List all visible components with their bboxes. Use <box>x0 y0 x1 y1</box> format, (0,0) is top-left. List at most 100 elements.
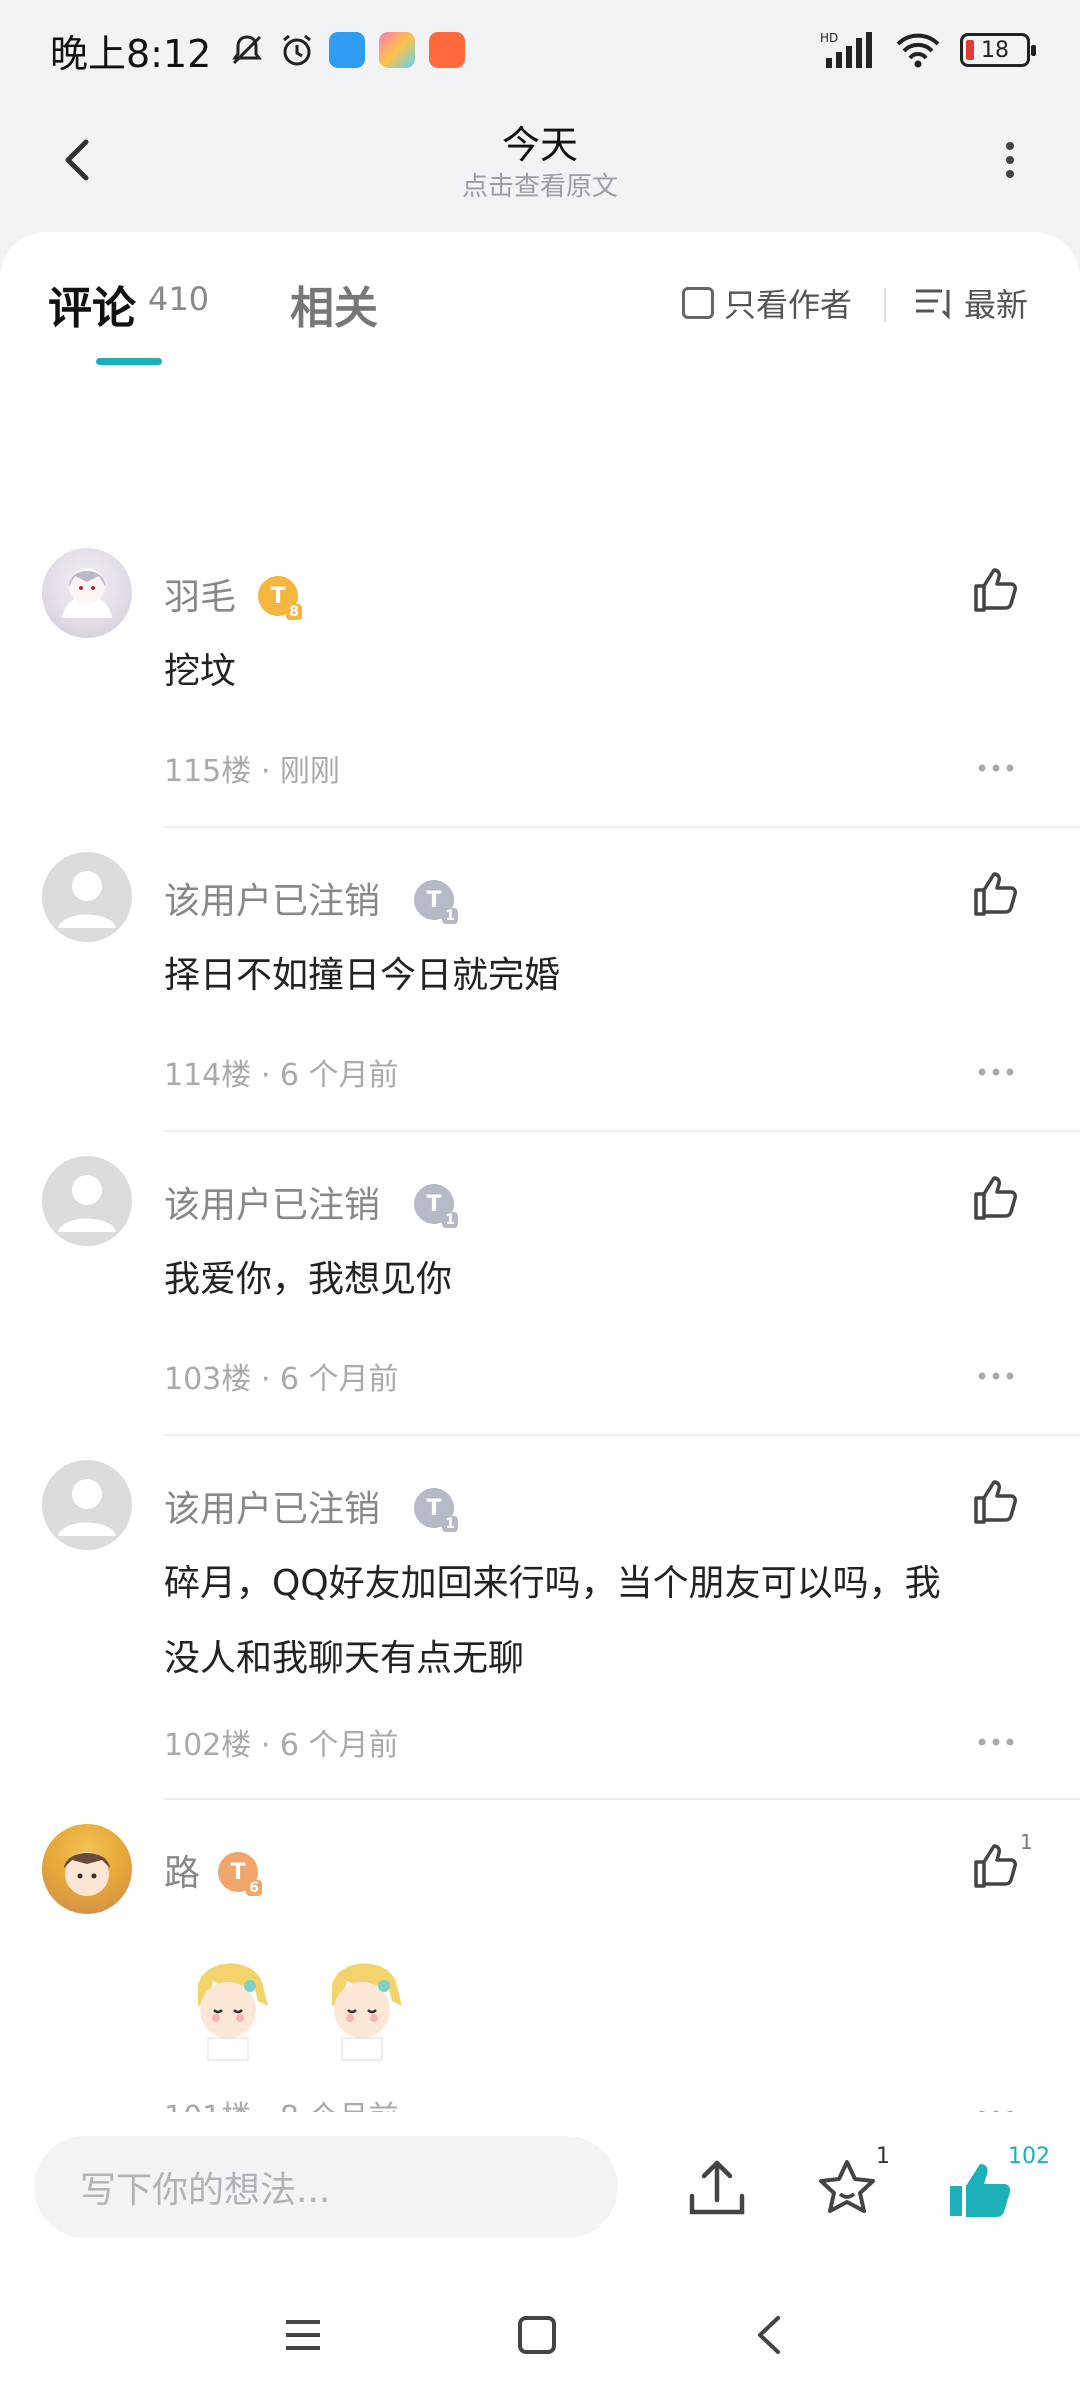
anime-avatar-image <box>62 568 112 618</box>
only-author-checkbox[interactable] <box>682 287 714 319</box>
meta-separator: · <box>260 1728 271 1763</box>
username[interactable]: 该用户已注销 <box>164 1176 380 1228</box>
level-badge: T1 <box>414 880 458 924</box>
comment-action-bar: 写下你的想法... 1 102 <box>0 2112 1080 2272</box>
floor-number: 101楼 <box>164 2100 251 2112</box>
status-bar: 晚上8:12 HD 18 <box>0 0 1080 100</box>
only-author-filter[interactable]: 只看作者 <box>682 280 852 326</box>
page-title[interactable]: 今天 <box>0 114 1080 169</box>
more-horizontal-icon[interactable] <box>976 1732 1016 1752</box>
back-nav-icon[interactable] <box>746 2310 796 2360</box>
only-author-label: 只看作者 <box>724 286 853 324</box>
comment-text: 挖坟 <box>164 651 237 692</box>
comment-time: 刚刚 <box>279 754 340 789</box>
comment-input-placeholder: 写下你的想法... <box>80 2170 331 2211</box>
status-icons-right: HD 18 <box>820 30 1036 70</box>
floor-number: 115楼 <box>164 754 252 789</box>
battery-level: 18 <box>981 37 1009 63</box>
thumbs-up-icon[interactable] <box>970 1838 1024 1892</box>
sticker-image <box>332 1963 402 2061</box>
divider <box>164 1130 1080 1132</box>
tab-comments[interactable]: 评论 <box>48 272 136 336</box>
thumbs-up-icon[interactable] <box>970 1170 1024 1224</box>
username[interactable]: 路 <box>164 1844 200 1896</box>
comment-meta: 102楼 · 6 个月前 <box>164 1720 399 1764</box>
level-letter: T <box>270 583 286 609</box>
thumbs-up-icon[interactable] <box>970 1474 1024 1528</box>
level-badge: T1 <box>414 1184 458 1228</box>
home-square-icon[interactable] <box>512 2310 562 2360</box>
status-icons-left <box>229 32 466 68</box>
avatar[interactable] <box>42 852 132 942</box>
username[interactable]: 羽毛 <box>164 568 236 620</box>
comments-card: 评论 410 相关 只看作者 最新 羽毛 T8 挖坟 115楼 · 刚刚 该用户… <box>0 232 1080 2112</box>
wifi-icon <box>896 33 940 68</box>
level-letter: T <box>426 1191 442 1217</box>
more-vertical-icon[interactable] <box>980 130 1040 190</box>
level-number: 6 <box>246 1880 262 1896</box>
floor-number: 103楼 <box>164 1362 252 1397</box>
meta-separator: · <box>260 1362 271 1397</box>
username[interactable]: 该用户已注销 <box>164 872 380 924</box>
sort-label: 最新 <box>964 286 1029 324</box>
level-letter: T <box>230 1859 246 1885</box>
like-count: 1 <box>1020 1830 1033 1854</box>
meta-separator: · <box>261 2100 271 2112</box>
thumbs-up-icon[interactable] <box>970 866 1024 920</box>
divider <box>164 1434 1080 1436</box>
comments-count: 410 <box>148 280 210 318</box>
status-time: 晚上8:12 <box>50 31 212 76</box>
app-notification-icon-1 <box>329 32 366 68</box>
comment-input[interactable]: 写下你的想法... <box>34 2136 618 2238</box>
comment-meta: 115楼 · 刚刚 <box>164 746 340 790</box>
like-count: 102 <box>1008 2144 1050 2169</box>
divider <box>164 1798 1080 1800</box>
level-badge: T8 <box>258 576 302 620</box>
level-number: 1 <box>442 1516 458 1532</box>
like-filled-icon[interactable] <box>944 2154 1014 2224</box>
view-original-link[interactable]: 点击查看原文 <box>0 166 1080 203</box>
comment-text-line-1: 碎月，QQ好友加回来行吗，当个朋友可以吗，我 <box>164 1563 941 1604</box>
username[interactable]: 该用户已注销 <box>164 1480 380 1532</box>
default-avatar-icon <box>58 1479 116 1536</box>
avatar[interactable] <box>42 548 132 638</box>
filter-divider <box>884 288 886 322</box>
comment-text: 择日不如撞日今日就完婚 <box>164 955 561 996</box>
favorite-count: 1 <box>876 2144 890 2169</box>
more-horizontal-icon[interactable] <box>976 1366 1016 1386</box>
sort-button[interactable]: 最新 <box>914 280 1028 326</box>
default-avatar-icon <box>58 1175 116 1232</box>
alarm-clock-icon <box>283 34 312 66</box>
avatar[interactable] <box>42 1460 132 1550</box>
comment-tabs: 评论 410 相关 只看作者 最新 <box>0 232 1080 372</box>
more-horizontal-icon[interactable] <box>976 1062 1016 1082</box>
avatar[interactable] <box>42 1156 132 1246</box>
level-number: 1 <box>442 1212 458 1228</box>
more-horizontal-icon[interactable] <box>976 2104 1016 2112</box>
level-number: 8 <box>286 604 302 620</box>
menu-icon[interactable] <box>278 2310 328 2360</box>
level-badge: T6 <box>218 1852 262 1896</box>
favorite-star-icon[interactable] <box>812 2154 882 2224</box>
tab-related[interactable]: 相关 <box>290 272 378 336</box>
comment-meta: 114楼 · 6 个月前 <box>164 1050 399 1094</box>
comment-time: 6 个月前 <box>279 1362 399 1397</box>
avatar[interactable] <box>42 1824 132 1914</box>
level-letter: T <box>426 887 442 913</box>
thumbs-up-icon[interactable] <box>970 562 1024 616</box>
comment-time: 8 个月前 <box>280 2100 399 2112</box>
level-letter: T <box>426 1495 442 1521</box>
comment-text-line-2: 没人和我聊天有点无聊 <box>164 1638 525 1679</box>
meta-separator: · <box>260 1058 271 1093</box>
divider <box>164 826 1080 828</box>
sort-icon <box>916 289 950 320</box>
comment-meta: 101楼 · 8 个月前 <box>164 2092 399 2112</box>
system-nav-bar <box>0 2272 1080 2400</box>
more-horizontal-icon[interactable] <box>976 758 1016 778</box>
share-icon[interactable] <box>682 2154 752 2224</box>
comment-meta: 103楼 · 6 个月前 <box>164 1354 399 1398</box>
meta-separator: · <box>260 754 271 789</box>
floor-number: 114楼 <box>164 1058 252 1093</box>
comment-time: 6 个月前 <box>279 1058 399 1093</box>
default-avatar-icon <box>58 871 116 928</box>
